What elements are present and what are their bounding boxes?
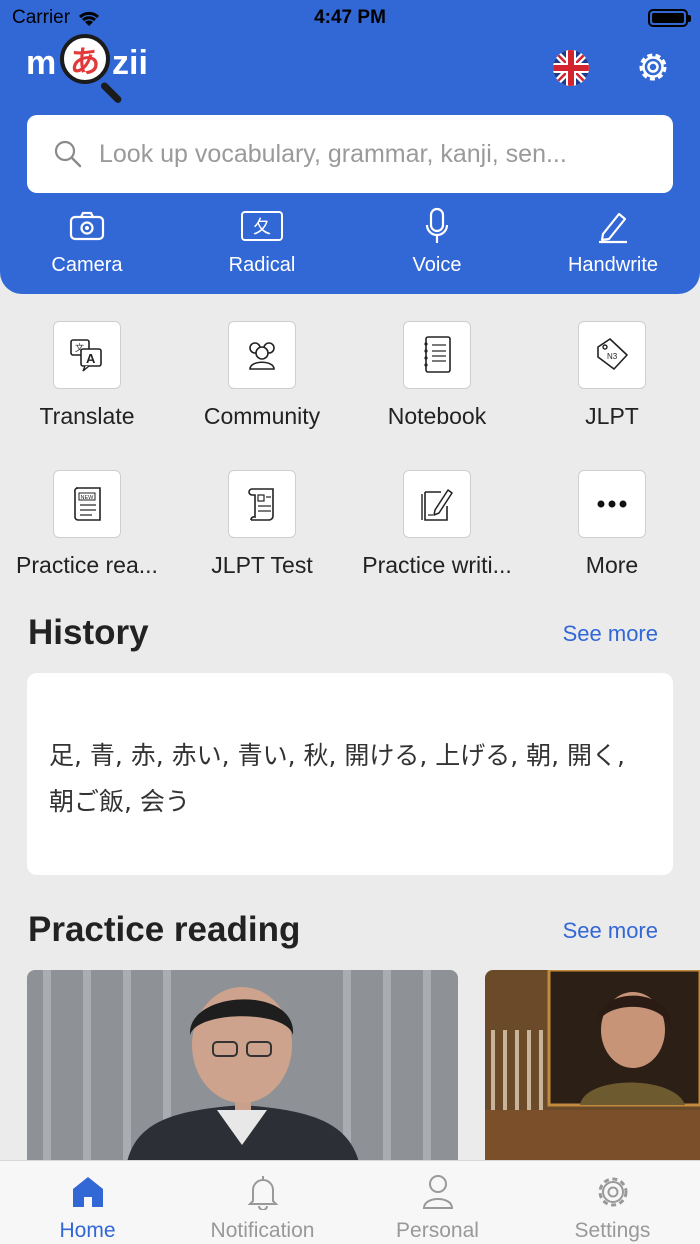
tab-home[interactable]: Home (0, 1169, 175, 1243)
feature-label: Community (203, 403, 321, 429)
tab-notification-label: Notification (210, 1219, 315, 1242)
camera-button[interactable]: Camera (27, 206, 147, 277)
feature-label: Notebook (387, 403, 487, 429)
logo-kana: あ (70, 46, 100, 79)
feature-notebook[interactable]: Notebook (352, 321, 522, 430)
news-tag-text: NEW (81, 495, 95, 501)
practice-reading-see-more-link[interactable]: See more (563, 918, 658, 944)
tab-notification[interactable]: Notification (175, 1169, 350, 1243)
translate-icon: 文 A (70, 339, 102, 372)
news-icon: NEW (74, 487, 101, 521)
pencil-icon (599, 212, 627, 244)
jlpt-tag-text: N3 (607, 352, 618, 361)
feature-more[interactable]: More (527, 470, 697, 579)
tab-settings-label: Settings (574, 1219, 651, 1242)
notebook-icon (424, 336, 451, 373)
search-icon (54, 140, 82, 168)
feature-label: JLPT Test (211, 552, 313, 578)
settings-gear-icon[interactable] (634, 48, 672, 86)
app-header: Carrier 4:47 PM m あ zii Look up vocabula… (0, 0, 700, 294)
reading-article-card-2[interactable] (485, 970, 700, 1162)
bell-icon (247, 1176, 278, 1210)
battery-icon (648, 9, 691, 27)
history-card[interactable]: 足, 青, 赤, 赤い, 青い, 秋, 開ける, 上げる, 朝, 開く, 朝ご飯… (27, 673, 673, 875)
search-bar[interactable]: Look up vocabulary, grammar, kanji, sen.… (27, 115, 673, 193)
logo-text-m: m (26, 44, 57, 82)
article-thumbnail-2 (485, 970, 700, 1162)
voice-label: Voice (412, 254, 462, 276)
uk-flag-icon[interactable] (553, 50, 589, 86)
status-bar: Carrier 4:47 PM (0, 0, 700, 36)
history-title: History (28, 613, 149, 652)
tab-personal[interactable]: Personal (350, 1169, 525, 1243)
radical-button[interactable]: 夂 Radical (202, 206, 322, 277)
camera-icon (69, 211, 105, 241)
radical-label: Radical (228, 254, 296, 276)
feature-label: Practice rea... (16, 552, 158, 578)
feature-label: More (585, 552, 639, 578)
tab-settings[interactable]: Settings (525, 1169, 700, 1243)
mazii-logo: m あ zii (26, 34, 166, 105)
feature-jlpt[interactable]: N3 JLPT (527, 321, 697, 430)
tab-personal-label: Personal (396, 1219, 479, 1242)
writing-icon (421, 489, 453, 521)
feature-label: Practice writi... (362, 552, 512, 578)
feature-jlpt-test[interactable]: JLPT Test (177, 470, 347, 579)
search-input[interactable]: Look up vocabulary, grammar, kanji, sen.… (99, 140, 567, 169)
gear-icon (598, 1177, 627, 1207)
camera-label: Camera (51, 254, 123, 276)
svg-text:A: A (86, 351, 96, 366)
community-icon (249, 342, 275, 370)
logo-magnifier-handle (99, 81, 123, 105)
home-icon (72, 1177, 103, 1207)
bottom-tab-bar: Home Notification Personal Settings (0, 1160, 700, 1244)
status-time: 4:47 PM (314, 7, 386, 28)
feature-label: Translate (39, 403, 135, 429)
jlpt-tag-icon: N3 (597, 338, 628, 370)
feature-label: JLPT (585, 403, 639, 429)
reading-article-card[interactable] (27, 970, 458, 1162)
article-thumbnail (27, 970, 458, 1162)
feature-translate[interactable]: 文 A Translate (2, 321, 172, 430)
microphone-icon (425, 207, 449, 243)
feature-practice-reading[interactable]: NEW Practice rea... (2, 470, 172, 579)
history-see-more-link[interactable]: See more (563, 621, 658, 647)
person-icon (422, 1175, 453, 1209)
voice-button[interactable]: Voice (377, 206, 497, 277)
test-scroll-icon (248, 488, 274, 521)
practice-reading-title: Practice reading (28, 910, 301, 949)
handwrite-label: Handwrite (567, 254, 659, 276)
tab-home-label: Home (59, 1219, 116, 1242)
feature-community[interactable]: Community (177, 321, 347, 430)
handwrite-button[interactable]: Handwrite (553, 206, 673, 277)
logo-magnifier-icon: あ (60, 34, 110, 84)
history-items[interactable]: 足, 青, 赤, 赤い, 青い, 秋, 開ける, 上げる, 朝, 開く, 朝ご飯… (49, 733, 651, 825)
more-icon (597, 500, 627, 508)
feature-practice-writing[interactable]: Practice writi... (352, 470, 522, 579)
radical-icon: 夂 (241, 211, 283, 241)
logo-text-zii: zii (112, 44, 148, 82)
